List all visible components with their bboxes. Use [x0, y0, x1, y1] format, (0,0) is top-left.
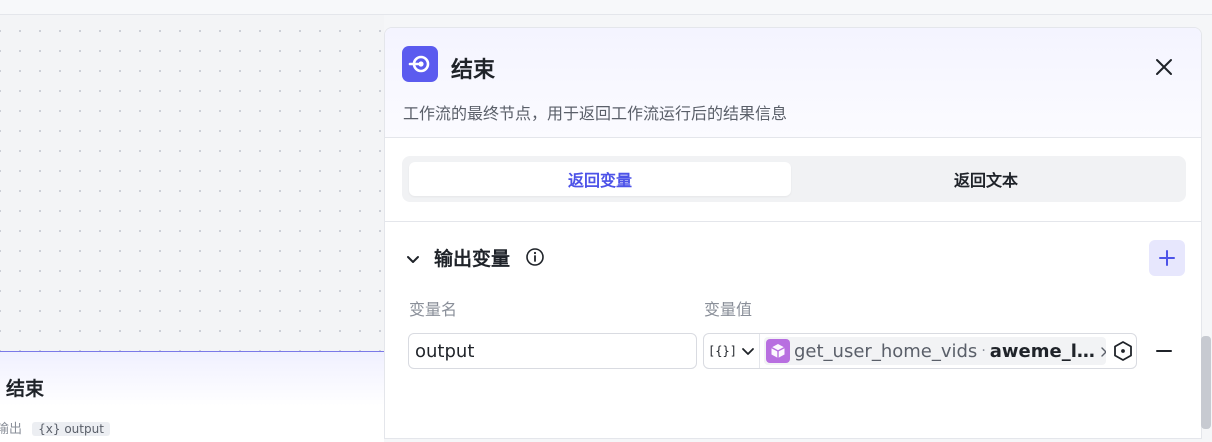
chevron-down-icon	[407, 256, 419, 263]
close-button[interactable]	[1149, 52, 1179, 82]
variable-value-field[interactable]: [{}] get_user_home_vids · aweme_l…	[703, 333, 1137, 369]
add-variable-button[interactable]	[1149, 240, 1185, 276]
plus-icon	[1159, 250, 1175, 266]
section-collapse-toggle[interactable]	[403, 249, 423, 269]
canvas-node-output-label: 输出	[0, 422, 23, 437]
node-config-panel: 结束 工作流的最终节点，用于返回工作流运行后的结果信息 返回变量 返回文本 输出…	[384, 27, 1202, 439]
top-toolbar	[0, 0, 1212, 15]
minus-icon	[1156, 350, 1172, 352]
column-header-name: 变量名	[409, 300, 458, 319]
remove-variable-button[interactable]	[1151, 338, 1177, 364]
hexagon-dot-icon[interactable]	[1110, 334, 1136, 368]
panel-scrollbar[interactable]	[1201, 336, 1211, 429]
end-node-icon	[402, 46, 438, 82]
tab-return-text[interactable]: 返回文本	[793, 162, 1179, 196]
chevron-down-icon	[742, 348, 754, 355]
info-icon[interactable]	[525, 247, 545, 267]
panel-header: 结束 工作流的最终节点，用于返回工作流运行后的结果信息	[385, 28, 1201, 138]
panel-title: 结束	[451, 58, 496, 83]
canvas-end-node[interactable]: 结束 输出 {x} output	[0, 351, 384, 442]
tab-return-variables[interactable]: 返回变量	[409, 162, 791, 196]
close-icon	[1156, 59, 1172, 75]
reference-field-name: aweme_l…	[989, 340, 1095, 362]
object-type-icon: [{}]	[708, 344, 737, 358]
canvas-node-output-chip: {x} output	[32, 422, 110, 436]
section-divider	[385, 221, 1201, 222]
close-icon	[1101, 346, 1106, 357]
value-type-select[interactable]: [{}]	[704, 334, 760, 368]
canvas-node-output-row: 输出 {x} output	[0, 418, 110, 437]
canvas-node-title: 结束	[6, 378, 45, 400]
plugin-cube-icon	[766, 339, 790, 363]
reference-node-name: get_user_home_vids	[794, 340, 978, 362]
panel-description: 工作流的最终节点，用于返回工作流运行后的结果信息	[403, 104, 788, 123]
variable-reference-chip[interactable]: get_user_home_vids · aweme_l…	[764, 337, 1106, 365]
section-title: 输出变量	[434, 248, 511, 270]
variable-name-input[interactable]: output	[408, 333, 697, 369]
remove-reference-button[interactable]	[1101, 342, 1106, 361]
reference-separator: ·	[981, 343, 986, 359]
return-mode-tabs: 返回变量 返回文本	[402, 156, 1186, 202]
column-header-value: 变量值	[704, 300, 753, 319]
